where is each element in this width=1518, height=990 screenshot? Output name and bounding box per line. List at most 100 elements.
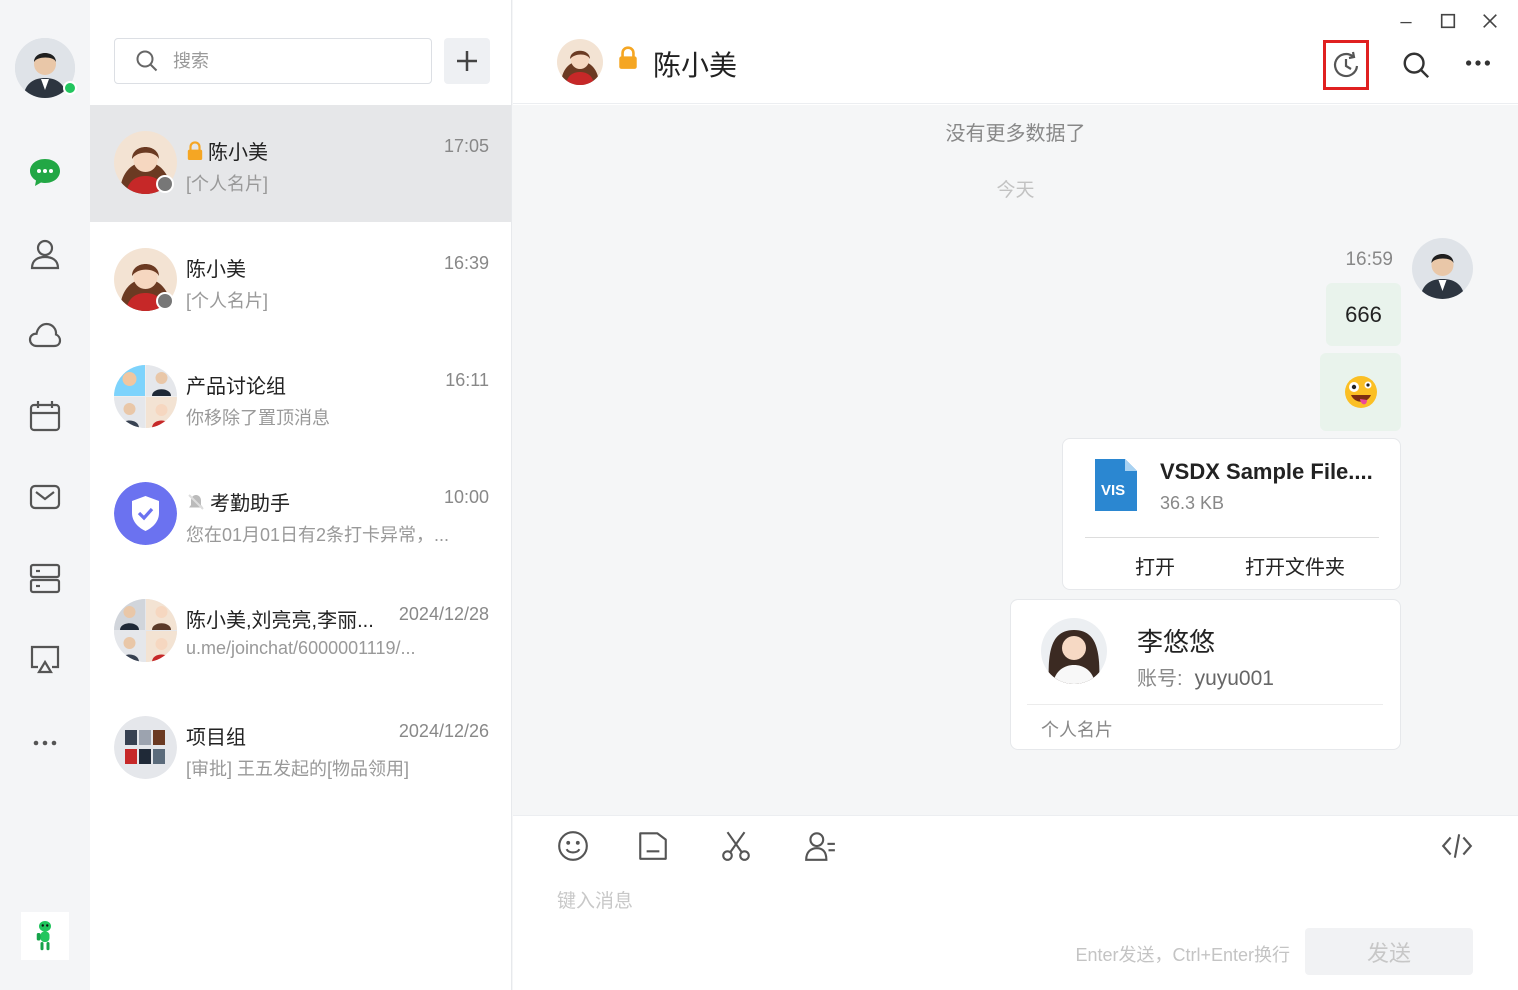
- conversation-preview: 你移除了置顶消息: [186, 408, 330, 428]
- maximize-icon: [1440, 13, 1456, 29]
- conversation-item[interactable]: 陈小美 17:05 [个人名片]: [90, 105, 511, 222]
- file-name: VSDX Sample File....: [1160, 459, 1373, 484]
- chat-bubble-icon: [30, 159, 60, 186]
- chat-header: 陈小美: [513, 0, 1518, 104]
- message-time: 16:59: [1345, 249, 1393, 270]
- chat-search-button[interactable]: [1393, 40, 1439, 90]
- nav-cloud[interactable]: [25, 315, 65, 355]
- contact-card-name: 李悠悠: [1137, 627, 1216, 657]
- mute-icon: [188, 493, 204, 510]
- send-shortcut-hint: Enter发送，Ctrl+Enter换行: [1075, 945, 1290, 965]
- conversation-item[interactable]: 考勤助手 10:00 您在01月01日有2条打卡异常，...: [90, 456, 511, 573]
- conversation-preview: [个人名片]: [186, 291, 269, 311]
- more-options-button[interactable]: [1455, 38, 1501, 88]
- chat-title: 陈小美: [653, 50, 738, 81]
- plus-icon: [457, 51, 477, 71]
- online-status-dot: [63, 81, 77, 95]
- mascot-tile[interactable]: [21, 912, 69, 960]
- code-button[interactable]: [1437, 826, 1477, 866]
- send-button[interactable]: 发送: [1305, 928, 1473, 975]
- server-icon: [29, 563, 61, 594]
- file-size: 36.3 KB: [1160, 493, 1225, 513]
- nav-calendar[interactable]: [25, 396, 65, 436]
- group-avatar: [114, 716, 177, 779]
- svg-text:VIS: VIS: [1101, 482, 1125, 499]
- conversation-name: 产品讨论组: [186, 376, 286, 398]
- conversation-time: 2024/12/26: [398, 721, 489, 741]
- message-area[interactable]: 没有更多数据了 今天 16:59 666 VIS VSDX Sample Fil…: [513, 105, 1518, 815]
- nav-more[interactable]: [25, 721, 65, 761]
- date-divider: 今天: [996, 180, 1035, 201]
- history-button[interactable]: [1323, 40, 1369, 90]
- close-button[interactable]: [1475, 8, 1505, 34]
- conversation-item[interactable]: 产品讨论组 16:11 你移除了置顶消息: [90, 339, 511, 456]
- nav-messages[interactable]: [25, 152, 65, 192]
- group-avatar: [114, 599, 177, 662]
- emoji-icon: [558, 831, 588, 861]
- emoji-message-bubble[interactable]: [1320, 353, 1401, 431]
- close-icon: [1483, 14, 1497, 28]
- clock-history-icon: [1333, 51, 1359, 78]
- conversation-name: 项目组: [186, 727, 246, 749]
- chat-contact-avatar[interactable]: [557, 39, 603, 85]
- nav-mail[interactable]: [25, 477, 65, 517]
- minimize-icon: [1400, 21, 1412, 24]
- text-message-bubble[interactable]: 666: [1326, 283, 1401, 346]
- nav-contacts[interactable]: [25, 234, 65, 274]
- conversation-time: 16:11: [445, 370, 489, 390]
- lock-icon: [619, 46, 637, 69]
- my-message-avatar[interactable]: [1412, 238, 1473, 299]
- maximize-button[interactable]: [1433, 8, 1463, 34]
- cloud-icon: [28, 322, 62, 348]
- contact-card-icon: [805, 832, 835, 861]
- message-input[interactable]: [557, 882, 1457, 922]
- search-input[interactable]: [173, 50, 413, 72]
- group-avatar: [114, 365, 177, 428]
- conversation-item[interactable]: 陈小美 16:39 [个人名片]: [90, 222, 511, 339]
- conversation-name: 陈小美: [208, 142, 268, 164]
- emoji-button[interactable]: [553, 826, 593, 866]
- folder-icon: [639, 832, 667, 860]
- card-divider: [1027, 704, 1383, 705]
- screenshot-button[interactable]: [716, 826, 756, 866]
- chat-panel: 陈小美 没有更多数据了 今天 16:59 666 VIS VSDX Sample…: [513, 0, 1518, 990]
- scissors-icon: [722, 831, 750, 861]
- minimize-button[interactable]: [1391, 8, 1421, 34]
- contact-card-message[interactable]: 李悠悠 账号: yuyu001 个人名片: [1010, 599, 1401, 750]
- screen-share-icon: [30, 645, 60, 674]
- contact-card-type: 个人名片: [1041, 720, 1113, 740]
- contact-account-value: yuyu001: [1194, 667, 1274, 690]
- conversation-time: 2024/12/28: [398, 604, 489, 624]
- share-contact-button[interactable]: [800, 826, 840, 866]
- conversation-preview: 您在01月01日有2条打卡异常，...: [186, 525, 450, 545]
- nav-meeting[interactable]: [25, 639, 65, 679]
- conversation-list-panel: 陈小美 17:05 [个人名片] 陈小美 16:39 [个人名片]: [90, 0, 512, 990]
- mail-icon: [29, 484, 61, 510]
- conversation-preview: u.me/joinchat/6000001119/...: [186, 638, 416, 658]
- search-icon: [1403, 52, 1430, 79]
- conversation-preview: [个人名片]: [186, 174, 269, 194]
- no-more-data-notice: 没有更多数据了: [945, 123, 1086, 145]
- open-folder-button[interactable]: 打开文件夹: [1245, 551, 1345, 580]
- left-nav-rail: [0, 0, 90, 990]
- search-icon: [136, 50, 158, 72]
- conversation-name: 陈小美: [186, 259, 246, 281]
- nav-workbench[interactable]: [25, 558, 65, 598]
- conversation-item[interactable]: 陈小美,刘亮亮,李丽... 2024/12/28 u.me/joinchat/6…: [90, 573, 511, 690]
- visio-file-icon: VIS: [1095, 459, 1137, 511]
- file-message-card[interactable]: VIS VSDX Sample File.... 36.3 KB 打开 打开文件…: [1062, 438, 1401, 590]
- file-button[interactable]: [633, 826, 673, 866]
- open-file-button[interactable]: 打开: [1135, 551, 1175, 580]
- conversation-item[interactable]: 项目组 2024/12/26 [审批] 王五发起的[物品领用]: [90, 690, 511, 807]
- conversation-time: 10:00: [443, 487, 489, 507]
- more-horizontal-icon: [1466, 60, 1490, 66]
- conversation-name: 考勤助手: [210, 493, 290, 515]
- presence-status-dot: [156, 292, 174, 310]
- lock-icon: [187, 140, 203, 160]
- add-button[interactable]: [444, 38, 490, 84]
- more-icon: [33, 740, 57, 746]
- contacts-icon: [30, 239, 60, 270]
- search-box[interactable]: [114, 38, 432, 84]
- calendar-icon: [29, 401, 61, 432]
- code-icon: [1441, 834, 1473, 858]
